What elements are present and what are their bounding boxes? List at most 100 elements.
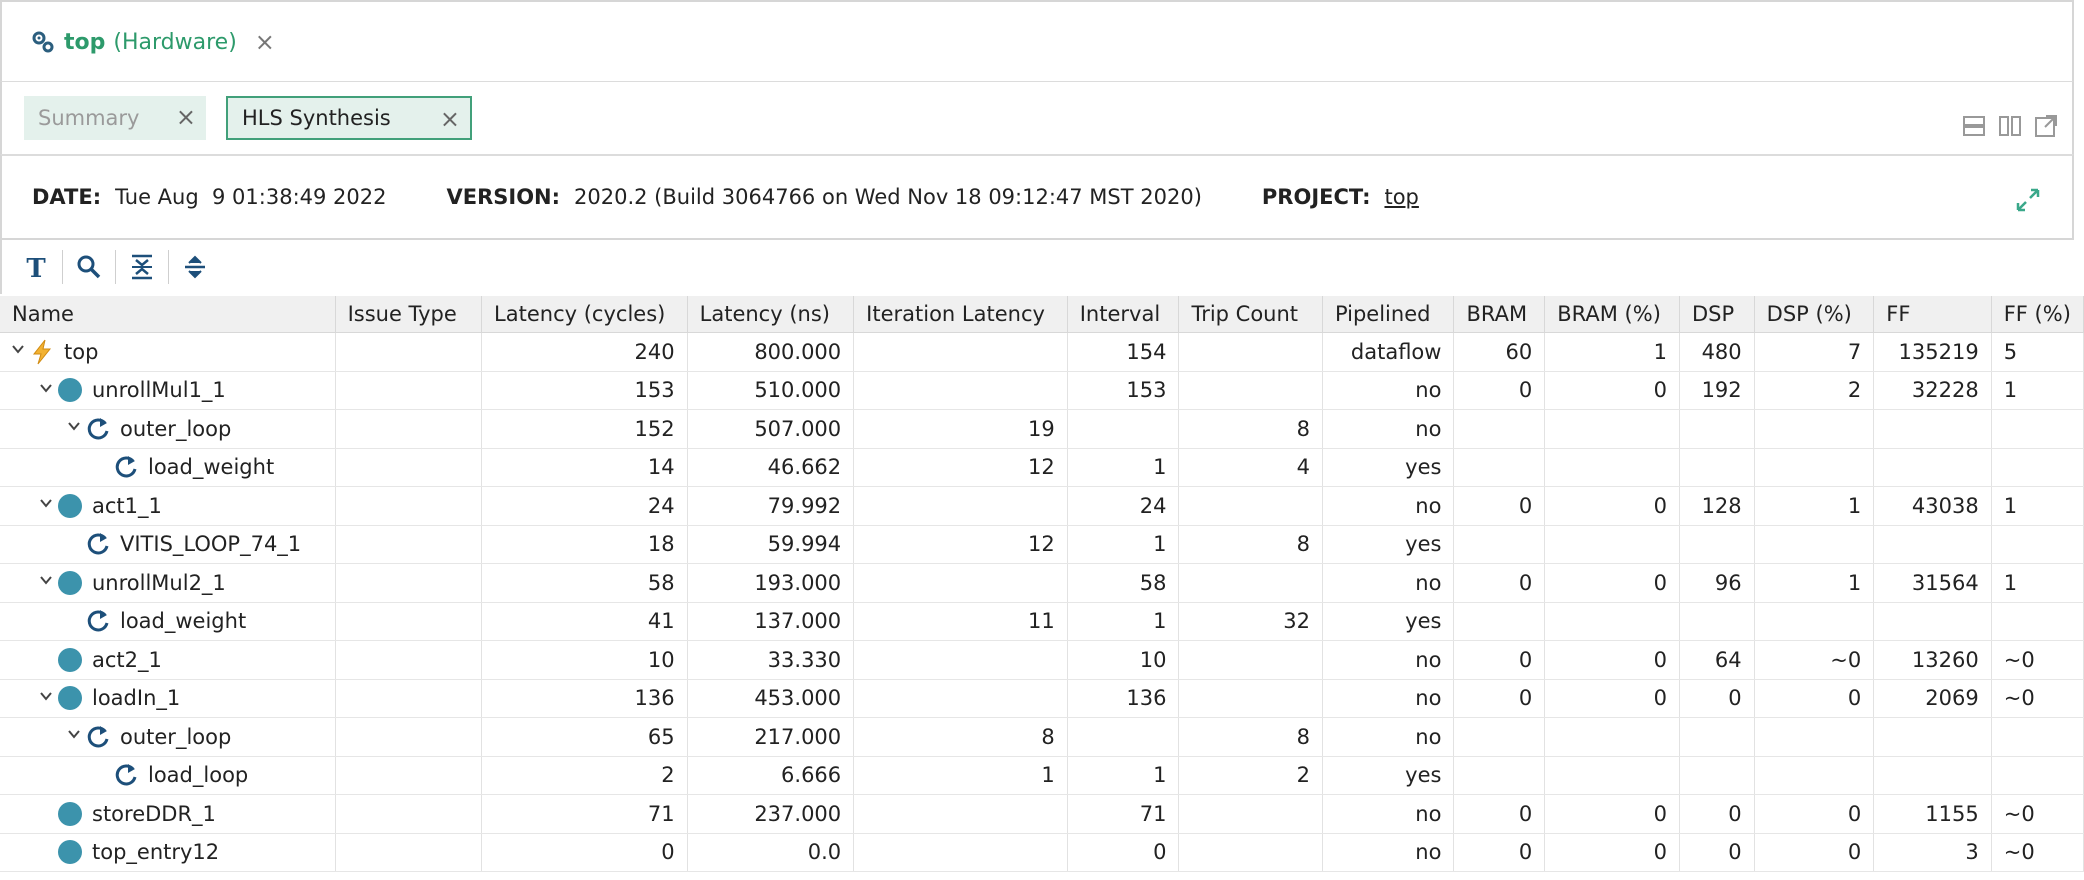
chevron-down-icon[interactable] [8,341,28,362]
table-cell: yes [1322,602,1455,641]
tab-summary[interactable]: Summary × [24,96,206,140]
table-cell: 0 [1679,833,1755,872]
column-header[interactable]: BRAM [1453,296,1546,333]
row-name: top [64,339,99,364]
column-header[interactable]: Trip Count [1178,296,1323,333]
chevron-down-icon[interactable] [36,495,56,516]
table-cell [335,563,483,603]
loop-icon [112,761,140,789]
table-cell: 18 [481,525,688,564]
table-cell: 6.666 [687,756,855,795]
table-cell: 153 [481,371,688,410]
search-icon[interactable] [69,247,109,287]
table-cell [335,717,483,757]
column-header[interactable]: DSP [1679,296,1755,333]
editor-tab[interactable]: top (Hardware) × [0,0,2074,82]
name-cell: load_weight [0,448,336,487]
project-link[interactable]: top [1384,185,1418,209]
open-external-icon[interactable] [2034,114,2058,142]
table-cell: 43038 [1873,486,1992,526]
column-header[interactable]: Name [0,296,336,333]
column-header[interactable]: Latency (ns) [687,296,855,333]
table-row[interactable]: storeDDR_1 71 237.000 71 no 0 0 0 0 1155 ~0 [0,794,2084,834]
table-cell: no [1322,833,1455,872]
table-cell: no [1322,679,1455,718]
table-row[interactable]: act2_1 10 33.330 10 no 0 0 64 ~0 13260 ~0 [0,640,2084,680]
table-row[interactable]: load_weight 41 137.000 11 1 32 yes [0,602,2084,641]
table-cell [335,409,483,449]
column-header[interactable]: BRAM (%) [1544,296,1680,333]
table-cell: 2069 [1873,679,1992,718]
collapse-all-icon[interactable] [122,247,162,287]
table-cell [1453,717,1546,757]
column-header[interactable]: Latency (cycles) [481,296,688,333]
editor-tab-close-icon[interactable]: × [255,28,275,56]
column-header[interactable]: Iteration Latency [853,296,1068,333]
chevron-down-icon[interactable] [36,688,56,709]
split-vertical-icon[interactable] [1998,114,2022,142]
column-header[interactable]: Pipelined [1322,296,1455,333]
tab-summary-close-icon[interactable]: × [176,103,196,131]
table-row[interactable]: load_weight 14 46.662 12 1 4 yes [0,448,2084,487]
row-name: load_weight [120,609,247,634]
table-row[interactable]: act1_1 24 79.992 24 no 0 0 128 1 43038 1 [0,486,2084,526]
table-cell: 0 [1679,679,1755,718]
chevron-down-icon[interactable] [36,380,56,401]
table-row[interactable]: top 240 800.000 154 dataflow 60 1 480 7 135219 5 [0,332,2084,372]
table-cell [1453,448,1546,487]
table-cell: no [1322,563,1455,603]
split-horizontal-icon[interactable] [1962,114,1986,142]
table-row[interactable]: outer_loop 65 217.000 8 8 no [0,717,2084,757]
name-cell: storeDDR_1 [0,794,336,834]
name-cell: outer_loop [0,717,336,757]
table-row[interactable]: loadIn_1 136 453.000 136 no 0 0 0 0 2069 ~0 [0,679,2084,718]
table-cell: 0 [1544,486,1680,526]
table-cell: dataflow [1322,332,1455,372]
synthesis-table-viewport[interactable]: Name Issue Type Latency (cycles) Latency (n… [0,296,2084,880]
table-cell [1679,756,1755,795]
column-header[interactable]: FF [1873,296,1992,333]
table-cell: 136 [481,679,688,718]
column-header[interactable]: Interval [1067,296,1180,333]
table-cell [1544,409,1680,449]
table-cell: 12 [853,448,1068,487]
column-header[interactable]: Issue Type [335,296,483,333]
text-format-icon[interactable]: T [16,247,56,287]
table-cell: 2 [481,756,688,795]
table-row[interactable]: unrollMul1_1 153 510.000 153 no 0 0 192 2 32228 1 [0,371,2084,410]
column-header[interactable]: FF (%) [1991,296,2084,333]
table-cell [335,486,483,526]
tab-hls-synthesis[interactable]: HLS Synthesis × [226,96,472,140]
table-cell: 0 [1067,833,1180,872]
table-cell: 12 [853,525,1068,564]
table-cell: 0 [1453,371,1546,410]
table-cell: no [1322,486,1455,526]
table-cell: 0 [1544,640,1680,680]
expand-all-icon[interactable] [175,247,215,287]
table-cell [335,448,483,487]
chevron-down-icon[interactable] [36,572,56,593]
table-cell [1754,602,1875,641]
table-cell: 4 [1178,448,1323,487]
table-cell [1544,717,1680,757]
table-row[interactable]: load_loop 2 6.666 1 1 2 yes [0,756,2084,795]
table-cell: 1 [1754,563,1875,603]
table-row[interactable]: unrollMul2_1 58 193.000 58 no 0 0 96 1 31564 1 [0,563,2084,603]
table-cell [1178,833,1323,872]
column-header[interactable]: DSP (%) [1754,296,1875,333]
table-cell [1453,525,1546,564]
tab-hls-synthesis-close-icon[interactable]: × [440,105,460,133]
maximize-icon[interactable] [2014,186,2042,214]
table-cell: 79.992 [687,486,855,526]
date-label: DATE: [32,185,102,209]
table-cell [853,833,1068,872]
module-icon [56,838,84,866]
table-row[interactable]: VITIS_LOOP_74_1 18 59.994 12 1 8 yes [0,525,2084,564]
table-cell: 240 [481,332,688,372]
table-row[interactable]: top_entry12 0 0.0 0 no 0 0 0 0 3 ~0 [0,833,2084,872]
chevron-down-icon[interactable] [64,726,84,747]
chevron-down-icon[interactable] [64,418,84,439]
table-cell [853,640,1068,680]
table-row[interactable]: outer_loop 152 507.000 19 8 no [0,409,2084,449]
table-cell: 1 [1067,448,1180,487]
